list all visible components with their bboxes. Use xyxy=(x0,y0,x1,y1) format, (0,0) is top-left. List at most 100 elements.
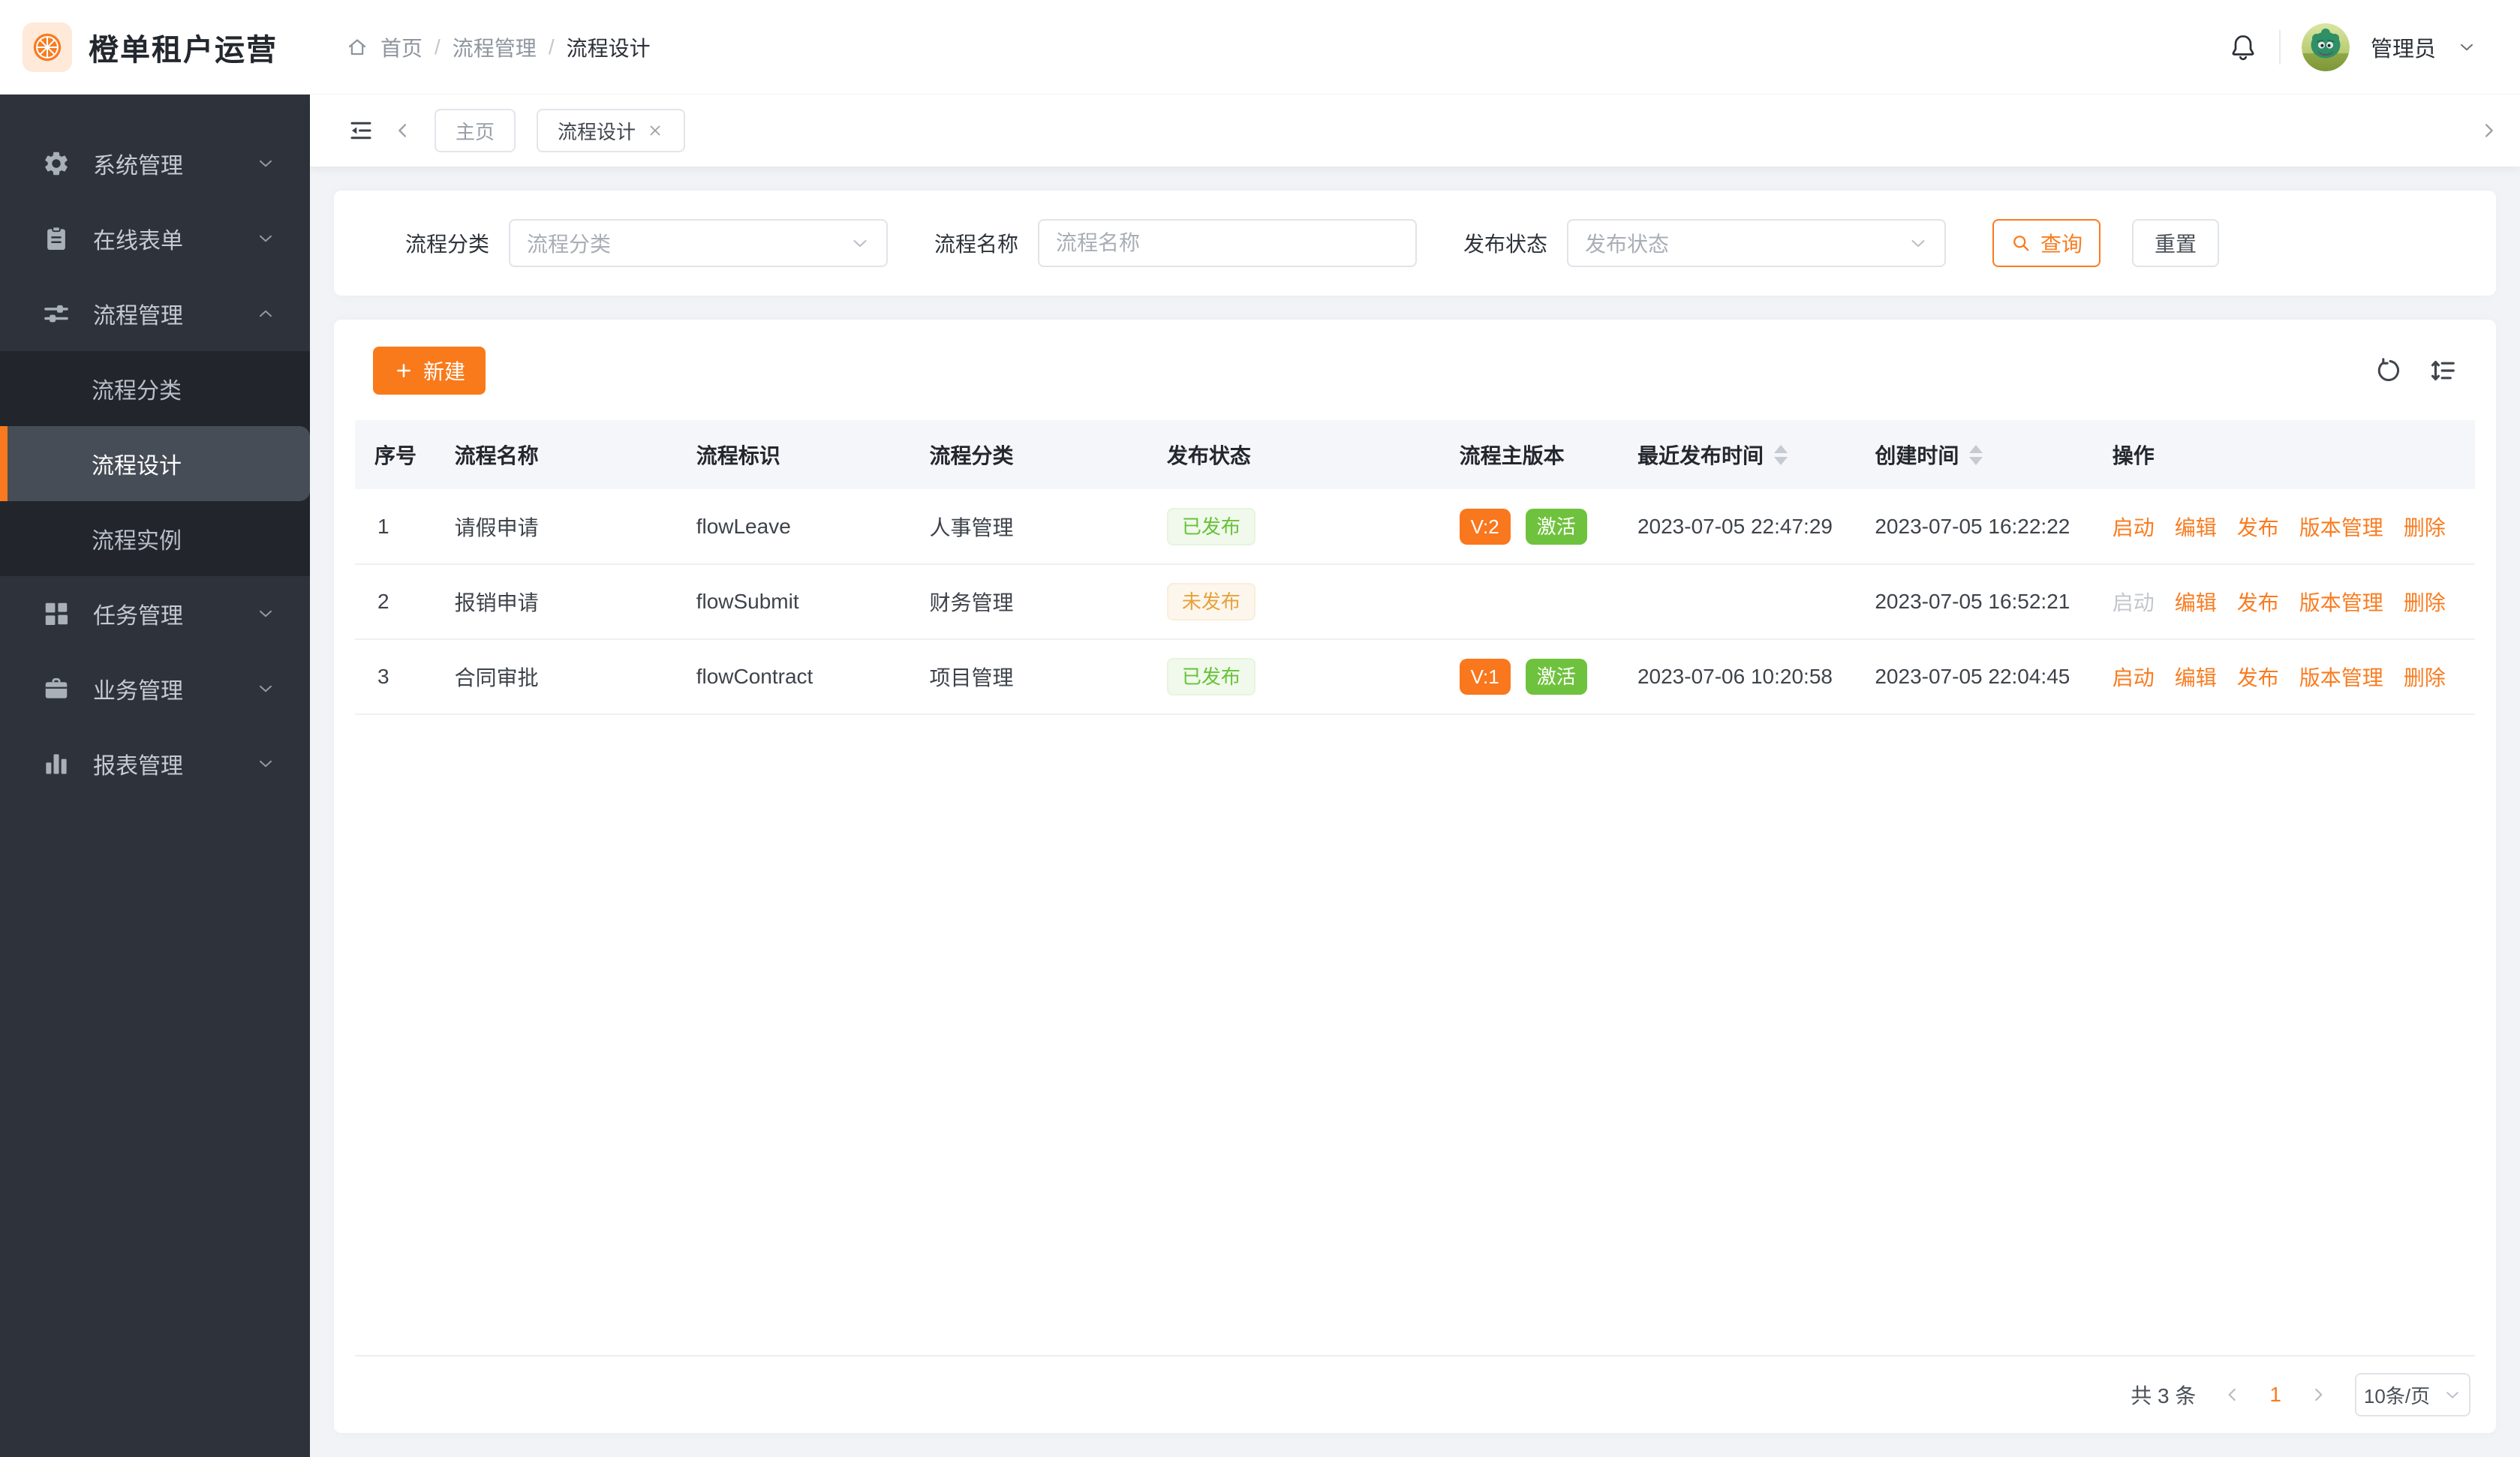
tabs-scroll-right-icon[interactable] xyxy=(2478,120,2499,141)
chevron-down-icon xyxy=(256,229,275,248)
col-last-publish-time: 最近发布时间 xyxy=(1627,420,1864,489)
edit-link[interactable]: 编辑 xyxy=(2175,591,2217,614)
tab-bar: 主页 流程设计 xyxy=(310,95,2520,167)
col-label: 最近发布时间 xyxy=(1637,440,1764,470)
sidebar-item-report[interactable]: 报表管理 xyxy=(0,726,310,801)
notification-bell-icon[interactable] xyxy=(2228,32,2258,62)
delete-link[interactable]: 删除 xyxy=(2404,666,2446,689)
version-manage-link[interactable]: 版本管理 xyxy=(2299,591,2383,614)
user-name[interactable]: 管理员 xyxy=(2371,32,2436,63)
prev-page-icon[interactable] xyxy=(2223,1385,2242,1404)
menu-fold-icon[interactable] xyxy=(347,117,374,144)
sidebar-item-online-form[interactable]: 在线表单 xyxy=(0,201,310,276)
home-icon xyxy=(346,36,368,59)
version-badge: V:1 xyxy=(1460,659,1511,695)
publish-link[interactable]: 发布 xyxy=(2237,666,2279,689)
chevron-down-icon xyxy=(256,754,275,774)
cell-category: 人事管理 xyxy=(919,489,1156,564)
sidebar-item-flow-instance[interactable]: 流程实例 xyxy=(0,501,310,576)
page-number[interactable]: 1 xyxy=(2269,1383,2281,1407)
sort-icons[interactable] xyxy=(1969,445,1983,465)
cell-version xyxy=(1449,564,1627,639)
search-icon xyxy=(2010,233,2031,254)
sliders-icon xyxy=(42,299,71,328)
category-select[interactable]: 流程分类 xyxy=(509,219,888,267)
row-density-icon[interactable] xyxy=(2428,356,2457,385)
publish-link[interactable]: 发布 xyxy=(2237,516,2279,539)
cell-create-time: 2023-07-05 16:52:21 xyxy=(1864,564,2101,639)
next-page-icon[interactable] xyxy=(2308,1385,2328,1404)
chevron-down-icon xyxy=(256,679,275,698)
version-manage-link[interactable]: 版本管理 xyxy=(2299,516,2383,539)
cell-version: V:1激活 xyxy=(1449,639,1627,714)
header-right: 管理员 xyxy=(2228,23,2520,71)
version-manage-link[interactable]: 版本管理 xyxy=(2299,666,2383,689)
start-link[interactable]: 启动 xyxy=(2113,516,2155,539)
sort-asc-icon[interactable] xyxy=(1969,445,1983,453)
breadcrumb-flow-management[interactable]: 流程管理 xyxy=(453,32,537,62)
sidebar-item-label: 流程管理 xyxy=(93,297,256,330)
edit-link[interactable]: 编辑 xyxy=(2175,516,2217,539)
tab-label: 主页 xyxy=(456,117,495,145)
active-badge: 激活 xyxy=(1526,509,1587,545)
search-button[interactable]: 查询 xyxy=(1992,219,2101,267)
delete-link[interactable]: 删除 xyxy=(2404,516,2446,539)
tabs-scroll-left-icon[interactable] xyxy=(392,120,413,141)
create-button[interactable]: 新建 xyxy=(373,347,486,395)
filter-status-label: 发布状态 xyxy=(1463,228,1547,258)
tab-flow-design[interactable]: 流程设计 xyxy=(537,109,685,152)
sort-desc-icon[interactable] xyxy=(1774,457,1788,465)
cell-last-publish-time xyxy=(1627,564,1864,639)
breadcrumb-home[interactable]: 首页 xyxy=(380,32,423,62)
reset-button[interactable]: 重置 xyxy=(2132,219,2219,267)
reset-button-label: 重置 xyxy=(2155,228,2197,258)
cell-index: 3 xyxy=(355,639,444,714)
publish-link[interactable]: 发布 xyxy=(2237,591,2279,614)
page-size-select[interactable]: 10条/页 xyxy=(2355,1373,2470,1416)
edit-link[interactable]: 编辑 xyxy=(2175,666,2217,689)
sidebar-item-label: 业务管理 xyxy=(93,672,256,705)
sidebar-item-flow-category[interactable]: 流程分类 xyxy=(0,351,310,426)
sidebar-item-business[interactable]: 业务管理 xyxy=(0,651,310,726)
col-actions: 操作 xyxy=(2102,420,2475,489)
sort-icons[interactable] xyxy=(1774,445,1788,465)
col-flow-category: 流程分类 xyxy=(919,420,1156,489)
start-link[interactable]: 启动 xyxy=(2113,666,2155,689)
cell-flow-key: flowSubmit xyxy=(686,564,919,639)
sidebar: 系统管理 在线表单 流程管理 流程分类 xyxy=(0,95,310,1457)
sidebar-item-flow-management[interactable]: 流程管理 xyxy=(0,276,310,351)
col-main-version: 流程主版本 xyxy=(1449,420,1627,489)
flow-name-input[interactable] xyxy=(1038,219,1417,267)
start-link[interactable]: 启动 xyxy=(2113,591,2155,614)
header-divider xyxy=(2279,30,2281,65)
table-row: 3 合同审批 flowContract 项目管理 已发布 V:1激活 2023-… xyxy=(355,639,2475,714)
table-header-row: 序号 流程名称 流程标识 流程分类 发布状态 流程主版本 最近发布时间 xyxy=(355,420,2475,489)
sidebar-item-task[interactable]: 任务管理 xyxy=(0,576,310,651)
table-row: 1 请假申请 flowLeave 人事管理 已发布 V:2激活 2023-07-… xyxy=(355,489,2475,564)
bar-chart-icon xyxy=(42,750,71,778)
pagination: 共 3 条 1 10条/页 xyxy=(355,1356,2475,1433)
status-select[interactable]: 发布状态 xyxy=(1567,219,1946,267)
version-badge: V:2 xyxy=(1460,509,1511,545)
refresh-icon[interactable] xyxy=(2376,356,2404,385)
sidebar-item-flow-design[interactable]: 流程设计 xyxy=(0,426,310,501)
sort-desc-icon[interactable] xyxy=(1969,457,1983,465)
sidebar-item-system[interactable]: 系统管理 xyxy=(0,126,310,201)
col-publish-status: 发布状态 xyxy=(1156,420,1449,489)
close-icon[interactable] xyxy=(646,122,664,140)
cell-actions: 启动编辑发布版本管理删除 xyxy=(2102,489,2475,564)
table-panel: 新建 xyxy=(334,320,2496,1433)
col-index: 序号 xyxy=(355,420,444,489)
filter-group-name: 流程名称 xyxy=(934,219,1417,267)
delete-link[interactable]: 删除 xyxy=(2404,591,2446,614)
status-badge: 已发布 xyxy=(1167,658,1255,695)
chevron-down-icon[interactable] xyxy=(2457,38,2476,57)
tab-home[interactable]: 主页 xyxy=(435,109,516,152)
chevron-down-icon xyxy=(850,233,870,253)
sort-asc-icon[interactable] xyxy=(1774,445,1788,453)
app-logo[interactable] xyxy=(23,23,72,72)
user-avatar[interactable] xyxy=(2302,23,2350,71)
status-select-placeholder: 发布状态 xyxy=(1585,228,1669,258)
filter-category-label: 流程分类 xyxy=(405,228,489,258)
chevron-down-icon xyxy=(256,604,275,623)
